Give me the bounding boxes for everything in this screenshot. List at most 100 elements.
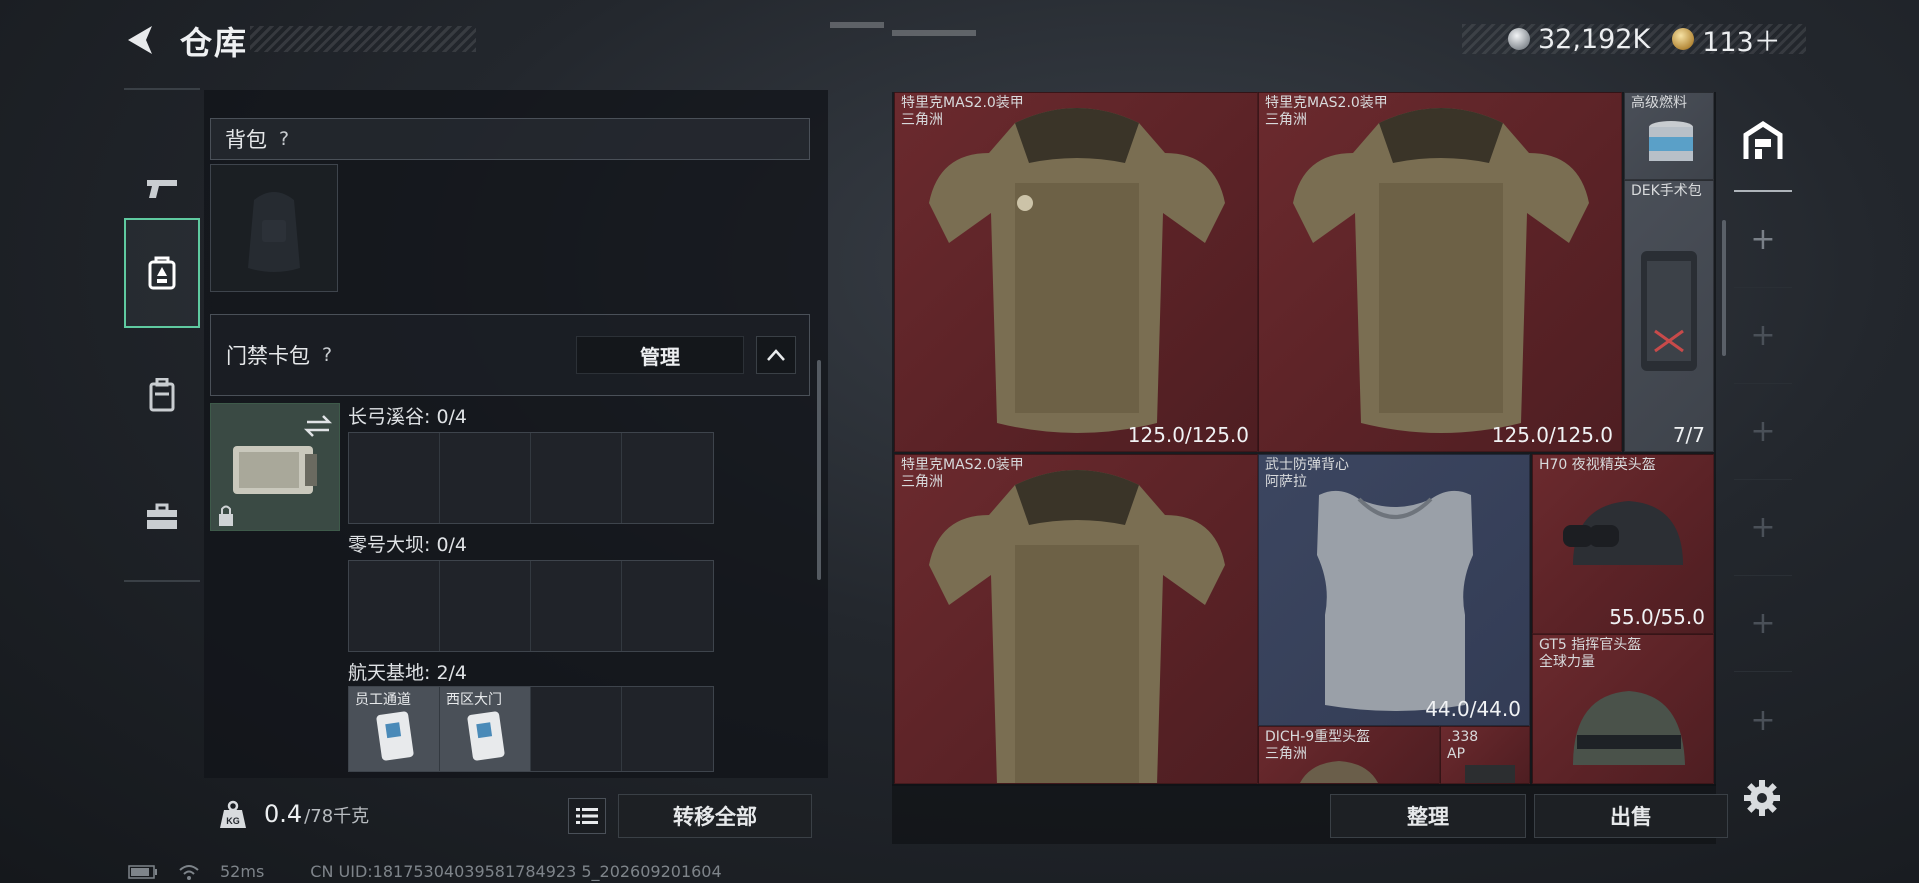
inventory-item-ammo[interactable]: .338 AP xyxy=(1440,726,1530,784)
tab-add-warehouse[interactable]: + xyxy=(1734,192,1792,288)
item-durability: 44.0/44.0 xyxy=(1425,697,1521,721)
list-view-button[interactable] xyxy=(568,798,606,834)
uid-text: CN UID:18175304039581784923 5_2026092016… xyxy=(310,862,722,881)
inventory-bottom-edge xyxy=(892,784,1716,786)
inventory-item-dich-helmet[interactable]: DICH-9重型头盔 三角洲 xyxy=(1258,726,1440,784)
inventory-item-fuel[interactable]: 高级燃料 xyxy=(1624,92,1714,180)
decor-dash xyxy=(830,22,884,28)
keycard-cell[interactable] xyxy=(440,561,531,651)
body-armor-icon xyxy=(929,108,1225,433)
ping-value: 52ms xyxy=(220,862,265,881)
item-name: DICH-9重型头盔 三角洲 xyxy=(1265,729,1371,762)
nav-item-toolbox[interactable] xyxy=(124,462,200,572)
keycard-cell[interactable] xyxy=(622,687,713,771)
swap-icon xyxy=(303,415,333,437)
tab-add-warehouse[interactable]: + xyxy=(1734,672,1792,768)
keycard-item[interactable]: 员工通道 xyxy=(349,687,440,771)
plus-icon: + xyxy=(1750,702,1776,738)
battery-icon xyxy=(128,864,157,879)
gold-currency-value[interactable]: 113＋ xyxy=(1702,20,1781,59)
inventory-item-surgery-kit[interactable]: DEK手术包 7/7 xyxy=(1624,180,1714,452)
page-title: 仓库 xyxy=(180,24,249,62)
left-nav xyxy=(124,88,200,582)
keycard-cell[interactable] xyxy=(349,433,440,523)
case-icon xyxy=(149,378,175,412)
decor-dash xyxy=(892,30,976,36)
backpack-header: 背包 ? xyxy=(210,118,810,160)
svg-text:KG: KG xyxy=(226,816,240,826)
plus-icon: + xyxy=(1750,606,1776,641)
manage-button[interactable]: 管理 xyxy=(576,336,744,374)
inventory-scrollbar[interactable] xyxy=(1722,220,1726,356)
inventory-item-vest[interactable]: 特里克MAS2.0装甲 三角洲 xyxy=(894,454,1258,784)
item-name: 高级燃料 xyxy=(1631,95,1687,111)
plus-icon: + xyxy=(1750,222,1776,257)
inventory-item-gt5-helmet[interactable]: GT5 指挥官头盔 全球力量 xyxy=(1532,634,1714,784)
backpack-slot[interactable] xyxy=(210,164,338,292)
keycard-pack-icon xyxy=(148,256,176,290)
nav-item-case[interactable] xyxy=(124,340,200,450)
item-name: 武士防弹背心 阿萨拉 xyxy=(1265,457,1349,490)
tab-add-warehouse[interactable]: + xyxy=(1734,288,1792,384)
tab-add-warehouse[interactable]: + xyxy=(1734,576,1792,672)
keycard-grid-spacebase: 员工通道 西区大门 xyxy=(348,686,714,772)
map-label-valley: 长弓溪谷: 0/4 xyxy=(348,406,468,428)
gear-icon xyxy=(1744,780,1780,816)
help-icon[interactable]: ? xyxy=(279,128,289,150)
status-bar: 52ms CN UID:18175304039581784923 5_20260… xyxy=(128,862,722,881)
toolbox-icon xyxy=(147,503,177,529)
keycard-cell[interactable] xyxy=(531,433,622,523)
pistol-icon xyxy=(147,180,177,198)
item-durability: 125.0/125.0 xyxy=(1491,423,1613,447)
tab-add-warehouse[interactable]: + xyxy=(1734,384,1792,480)
weight-max: /78千克 xyxy=(304,806,370,827)
keycard-cell[interactable] xyxy=(622,433,713,523)
item-name: GT5 指挥官头盔 全球力量 xyxy=(1539,637,1642,670)
inventory-item-vest[interactable]: 特里克MAS2.0装甲 三角洲 125.0/125.0 xyxy=(894,92,1258,452)
keycard-pack-label: 门禁卡包 xyxy=(226,344,310,368)
keycard-cell[interactable] xyxy=(622,561,713,651)
keycard-cell[interactable] xyxy=(531,561,622,651)
back-button[interactable] xyxy=(122,20,162,60)
nav-item-keycard-pack[interactable] xyxy=(124,218,200,328)
settings-button[interactable] xyxy=(1742,778,1782,818)
keycard-grid-dam xyxy=(348,560,714,652)
inventory-item-vest[interactable]: 特里克MAS2.0装甲 三角洲 125.0/125.0 xyxy=(1258,92,1622,452)
keycard-cell[interactable] xyxy=(531,687,622,771)
tab-add-warehouse[interactable]: + xyxy=(1734,480,1792,576)
left-scrollbar[interactable] xyxy=(817,360,821,580)
keycard-item[interactable]: 西区大门 xyxy=(440,687,531,771)
sell-button[interactable]: 出售 xyxy=(1534,794,1728,838)
plus-icon: + xyxy=(1750,414,1776,449)
sort-button[interactable]: 整理 xyxy=(1330,794,1526,838)
backpack-silhouette-icon xyxy=(248,192,300,272)
keycard-equipped-slot[interactable] xyxy=(210,403,340,531)
weight-readout: 0.4 /78千克 xyxy=(264,792,564,838)
plus-icon: + xyxy=(1750,510,1776,545)
warehouse-icon xyxy=(1743,121,1783,159)
weight-current: 0.4 xyxy=(264,800,303,828)
keycard-name: 西区大门 xyxy=(446,692,502,708)
list-icon xyxy=(576,808,598,824)
title-stripe xyxy=(250,26,476,52)
item-name: 特里克MAS2.0装甲 三角洲 xyxy=(901,95,1024,128)
transfer-all-button[interactable]: 转移全部 xyxy=(618,794,812,838)
soft-vest-icon xyxy=(1317,490,1473,711)
back-arrow-icon xyxy=(128,26,152,54)
inventory-item-h70-helmet[interactable]: H70 夜视精英头盔 55.0/55.0 xyxy=(1532,454,1714,634)
silver-coin-icon xyxy=(1508,28,1530,50)
warehouse-tabs: + + + + + + xyxy=(1734,92,1792,772)
body-armor-icon xyxy=(1293,108,1589,433)
keycard-cell[interactable] xyxy=(349,561,440,651)
help-icon[interactable]: ? xyxy=(322,344,332,366)
weight-icon: KG xyxy=(210,792,256,838)
item-name: DEK手术包 xyxy=(1631,183,1702,199)
item-name: .338 AP xyxy=(1447,729,1479,762)
keycard-cell[interactable] xyxy=(440,433,531,523)
inventory-panel: 特里克MAS2.0装甲 三角洲 125.0/125.0 特里克MAS2.0装甲 … xyxy=(892,92,1716,844)
inventory-item-samurai-vest[interactable]: 武士防弹背心 阿萨拉 44.0/44.0 xyxy=(1258,454,1530,726)
map-label-spacebase: 航天基地: 2/4 xyxy=(348,662,468,684)
tab-warehouse-main[interactable] xyxy=(1734,92,1792,192)
map-label-dam: 零号大坝: 0/4 xyxy=(348,534,468,556)
collapse-button[interactable] xyxy=(756,336,796,374)
